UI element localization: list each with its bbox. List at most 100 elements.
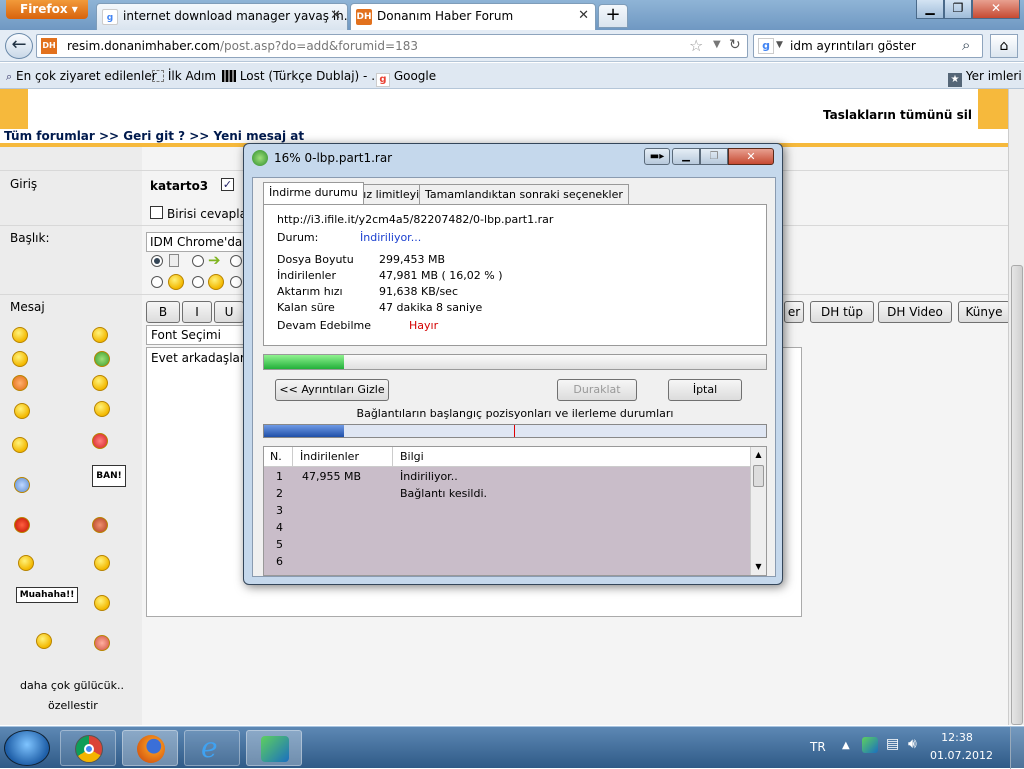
thumbsup-smiley-icon[interactable]	[94, 401, 110, 417]
clock-date[interactable]: 01.07.2012	[930, 749, 993, 762]
firefox-menu-button[interactable]: Firefox ▾	[6, 0, 88, 19]
hat-smiley-icon[interactable]	[12, 351, 28, 367]
cowboy-smiley-icon[interactable]	[18, 555, 34, 571]
post-icon-radio[interactable]	[230, 276, 242, 288]
smile-icon[interactable]	[12, 327, 28, 343]
column-info[interactable]: Bilgi	[400, 450, 424, 463]
scroll-up-icon[interactable]: ▲	[752, 448, 765, 461]
font-select[interactable]: Font Seçimi	[146, 325, 244, 345]
waving-smiley-icon[interactable]	[94, 595, 110, 611]
cancel-button[interactable]: İptal	[668, 379, 742, 401]
tab-download-status[interactable]: İndirme durumu	[263, 182, 364, 204]
tab-donanimhaber[interactable]: DH Donanım Haber Forum ✕	[350, 3, 596, 30]
page-scroll-thumb[interactable]	[1011, 265, 1023, 725]
taskbar-ie[interactable]: e	[184, 730, 240, 766]
tray-expand-icon[interactable]: ▲	[842, 740, 850, 751]
close-tab-icon[interactable]: ✕	[330, 8, 341, 23]
idm-minimize-tray-button[interactable]: ▬▸	[644, 148, 670, 165]
angry-smiley-icon[interactable]	[92, 517, 108, 533]
post-icon-radio[interactable]	[192, 255, 204, 267]
network-icon[interactable]: ▤	[886, 736, 899, 752]
post-icon-radio[interactable]	[151, 255, 163, 267]
table-row[interactable]: 1 47,955 MB İndiriliyor..	[264, 469, 750, 486]
imprint-button[interactable]: Künye	[958, 301, 1008, 323]
list-scroll-thumb[interactable]	[753, 465, 764, 487]
cool-smiley-icon[interactable]	[92, 375, 108, 391]
scroll-down-icon[interactable]: ▼	[752, 560, 765, 573]
taskbar-idm[interactable]	[246, 730, 302, 766]
search-input[interactable]: idm ayrıntıları göster	[790, 39, 916, 53]
maximize-button[interactable]: ❐	[944, 0, 972, 19]
muahaha-sign-icon[interactable]: Muahaha!!	[16, 587, 78, 603]
grin-icon[interactable]	[92, 327, 108, 343]
url-text[interactable]: resim.donanimhaber.com/post.asp?do=add&f…	[67, 39, 418, 53]
devil-smiley-icon[interactable]	[14, 517, 30, 533]
more-smileys-link[interactable]: daha çok gülücük..	[20, 679, 124, 692]
peace-smiley-icon[interactable]	[14, 403, 30, 419]
table-row[interactable]: 4	[264, 520, 750, 537]
bookmark-first-step[interactable]: İlk Adım	[152, 69, 216, 83]
home-button[interactable]: ⌂	[990, 34, 1018, 58]
hammer-smiley-icon[interactable]	[94, 635, 110, 651]
title-input[interactable]: IDM Chrome'da	[146, 232, 244, 252]
crying-smiley-icon[interactable]	[14, 477, 30, 493]
idm-maximize-button[interactable]: ❐	[700, 148, 728, 165]
bookmarks-menu[interactable]: ★ Yer imleri	[948, 69, 1022, 87]
post-icon-radio[interactable]	[151, 276, 163, 288]
bookmark-lost[interactable]: Lost (Türkçe Dublaj) - ...	[222, 69, 383, 83]
table-row[interactable]: 5	[264, 537, 750, 554]
reload-icon[interactable]: ↻	[729, 37, 741, 53]
taskbar-firefox[interactable]	[122, 730, 178, 766]
column-downloaded[interactable]: İndirilenler	[300, 450, 359, 463]
hide-details-button[interactable]: << Ayrıntıları Gizle	[275, 379, 389, 401]
post-icon-radio[interactable]	[192, 276, 204, 288]
orange-smiley-icon[interactable]	[12, 375, 28, 391]
connections-list[interactable]: N. İndirilenler Bilgi 1 47,955 MB İndirili…	[263, 446, 767, 576]
bold-button[interactable]: B	[146, 301, 180, 323]
underline-button[interactable]: U	[214, 301, 244, 323]
engine-dropdown-icon[interactable]: ▼	[776, 40, 783, 50]
close-tab-icon[interactable]: ✕	[578, 8, 589, 23]
delete-drafts-link[interactable]: Taslakların tümünü sil	[823, 108, 972, 122]
idm-close-button[interactable]: ✕	[728, 148, 774, 165]
sick-smiley-icon[interactable]	[94, 351, 110, 367]
table-row[interactable]: 3	[264, 503, 750, 520]
dh-video-button[interactable]: DH Video	[878, 301, 952, 323]
url-dropdown-icon[interactable]: ▼	[713, 39, 721, 50]
minimize-button[interactable]: ▁	[916, 0, 944, 19]
dh-tube-button[interactable]: DH tüp	[810, 301, 874, 323]
volume-icon[interactable]: 🔊︎	[908, 736, 917, 752]
show-desktop-button[interactable]	[1010, 727, 1024, 769]
viking-smiley-icon[interactable]	[36, 633, 52, 649]
notify-checkbox[interactable]	[150, 206, 163, 219]
start-button[interactable]	[4, 730, 50, 766]
column-n[interactable]: N.	[270, 450, 282, 463]
list-scrollbar[interactable]: ▲ ▼	[750, 447, 766, 575]
search-icon[interactable]: ⌕	[962, 36, 970, 54]
bookmark-star-icon[interactable]: ☆	[689, 36, 703, 55]
login-checkbox[interactable]: ✓	[221, 178, 234, 191]
search-bar[interactable]: g ▼ idm ayrıntıları göster ⌕	[753, 34, 983, 58]
thinking-smiley-icon[interactable]	[12, 437, 28, 453]
table-row[interactable]: 2 Bağlantı kesildi.	[264, 486, 750, 503]
new-tab-button[interactable]: +	[598, 4, 628, 28]
police-smiley-icon[interactable]	[94, 555, 110, 571]
language-indicator[interactable]: TR	[810, 740, 826, 754]
url-bar[interactable]: DH resim.donanimhaber.com/post.asp?do=ad…	[36, 34, 748, 58]
breadcrumb[interactable]: Tüm forumlar >> Geri git ? >> Yeni mesaj…	[4, 129, 304, 143]
back-button[interactable]: ←	[5, 33, 33, 59]
partial-button[interactable]: er	[784, 301, 804, 323]
tab-after-complete[interactable]: Tamamlandıktan sonraki seçenekler	[419, 184, 629, 204]
customize-link[interactable]: özellestir	[48, 699, 98, 712]
ban-sign-icon[interactable]: BAN!	[92, 465, 126, 487]
pause-button[interactable]: Duraklat	[557, 379, 637, 401]
post-icon-radio[interactable]	[230, 255, 242, 267]
idm-minimize-button[interactable]: ▁	[672, 148, 700, 165]
page-scrollbar[interactable]	[1008, 89, 1024, 725]
bookmark-google[interactable]: g Google	[376, 69, 436, 87]
clock-time[interactable]: 12:38	[930, 731, 984, 744]
binocular-smiley-icon[interactable]	[92, 433, 108, 449]
italic-button[interactable]: I	[182, 301, 212, 323]
table-row[interactable]: 6	[264, 554, 750, 571]
tab-idm-search[interactable]: g internet download manager yavaş in... …	[96, 3, 348, 30]
